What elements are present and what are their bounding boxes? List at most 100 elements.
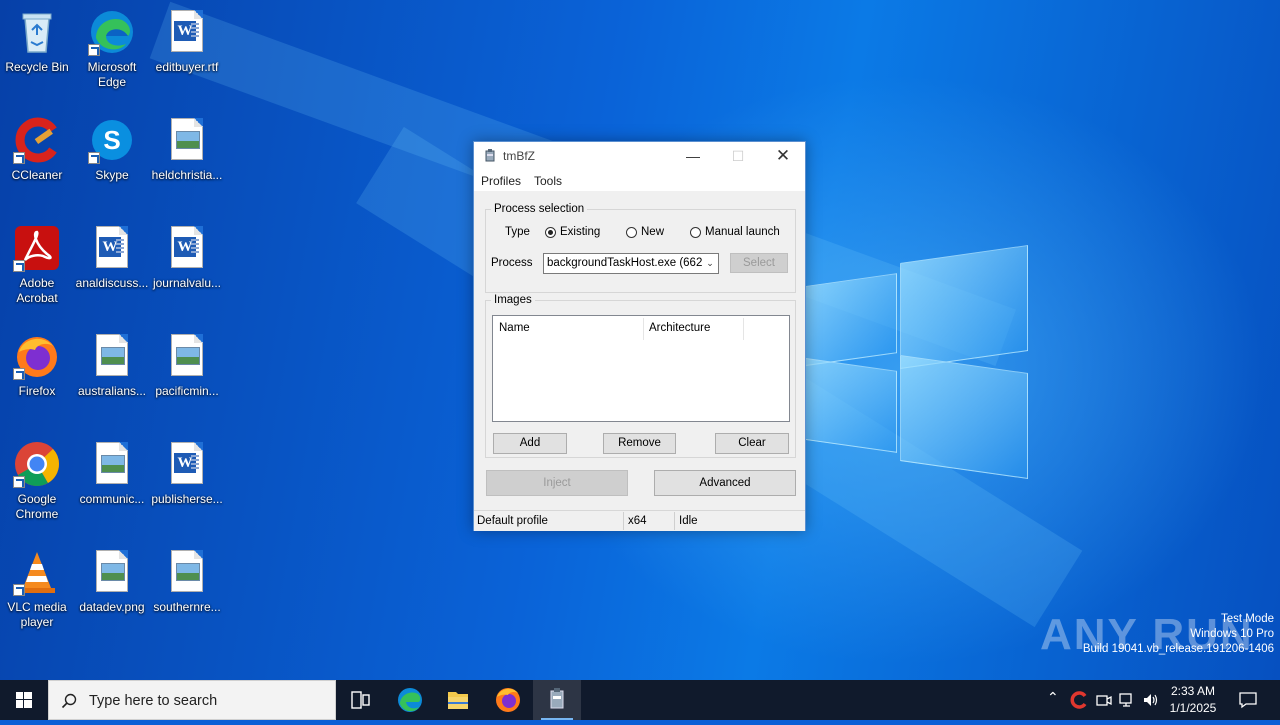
radio-label: Manual launch [705, 226, 780, 238]
word-document-icon: W [88, 224, 136, 272]
image-file-icon [88, 440, 136, 488]
ccleaner-icon [13, 116, 61, 164]
close-button[interactable]: ✕ [760, 142, 806, 170]
advanced-button[interactable]: Advanced [654, 470, 796, 496]
microsoft-edge-icon [398, 688, 422, 712]
minimize-button[interactable]: — [670, 142, 716, 170]
shortcut-arrow-icon [13, 368, 25, 380]
desktop-icon-australians[interactable]: australians... [74, 332, 150, 399]
remove-button[interactable]: Remove [603, 433, 676, 454]
taskbar-clock[interactable]: 2:33 AM 1/1/2025 [1160, 683, 1226, 717]
desktop-icon-label: Adobe Acrobat [16, 276, 58, 305]
chevron-up-icon[interactable]: ⌃ [1047, 689, 1059, 706]
select-button[interactable]: Select [730, 253, 788, 273]
chevron-down-icon: ⌄ [702, 254, 718, 273]
menu-tools[interactable]: Tools [534, 174, 562, 188]
title-bar[interactable]: tmBfZ — ☐ ✕ [474, 142, 805, 170]
meet-now-icon[interactable] [1095, 691, 1113, 712]
taskbar-injector-app[interactable] [533, 680, 581, 720]
desktop-icon-label: communic... [79, 492, 145, 506]
desktop-icon-label: heldchristia... [151, 168, 223, 182]
window-title: tmBfZ [503, 149, 535, 163]
desktop-icon-communic[interactable]: communic... [74, 440, 150, 507]
search-placeholder: Type here to search [89, 693, 218, 709]
word-document-icon: W [163, 224, 211, 272]
taskbar-file-explorer[interactable] [434, 680, 482, 720]
word-document-icon: W [163, 440, 211, 488]
search-icon [61, 693, 77, 709]
radio-indicator [626, 227, 637, 238]
radio-indicator [690, 227, 701, 238]
desktop-icon-journalvalu[interactable]: W journalvalu... [149, 224, 225, 291]
menu-profiles[interactable]: Profiles [481, 174, 521, 188]
desktop-icon-label: publisherse... [151, 492, 223, 506]
desktop-icon-recycle-bin[interactable]: Recycle Bin [0, 8, 75, 75]
desktop-icon-adobe-acrobat[interactable]: Adobe Acrobat [0, 224, 75, 306]
ccleaner-tray-icon[interactable] [1070, 691, 1088, 712]
shortcut-arrow-icon [13, 584, 25, 596]
process-selection-group: Process selection [485, 203, 796, 293]
task-view-icon [351, 691, 370, 709]
taskbar: Type here to search ⌃ 2:33 AM 1/1/2025 [0, 680, 1280, 720]
column-header-architecture[interactable]: Architecture [649, 322, 710, 334]
process-dropdown[interactable]: backgroundTaskHost.exe (6620 ⌄ [543, 253, 719, 274]
clear-button[interactable]: Clear [715, 433, 789, 454]
desktop-icon-datadev[interactable]: datadev.png [74, 548, 150, 615]
desktop-icon-firefox[interactable]: Firefox [0, 332, 75, 399]
desktop-icon-label: CCleaner [11, 168, 63, 182]
desktop-icon-publisherse[interactable]: W publisherse... [149, 440, 225, 507]
process-label: Process [491, 257, 533, 269]
task-view-button[interactable] [336, 680, 384, 720]
network-icon[interactable] [1118, 691, 1136, 712]
column-divider [743, 318, 744, 340]
menu-bar: Profiles Tools [474, 170, 805, 191]
inject-button[interactable]: Inject [486, 470, 628, 496]
watermark-line: Test Mode [1220, 613, 1274, 625]
desktop-icon-southernre[interactable]: southernre... [149, 548, 225, 615]
shortcut-arrow-icon [13, 476, 25, 488]
desktop-icon-skype[interactable]: S Skype [74, 116, 150, 183]
start-button[interactable] [0, 680, 48, 720]
maximize-button[interactable]: ☐ [715, 142, 761, 170]
image-file-icon [88, 332, 136, 380]
desktop-icon-label: VLC media player [7, 600, 67, 629]
desktop-icon-label: Firefox [18, 384, 56, 398]
status-divider [674, 512, 675, 530]
desktop-icon-microsoft-edge[interactable]: Microsoft Edge [74, 8, 150, 90]
desktop-icon-label: southernre... [153, 600, 221, 614]
image-file-icon [88, 548, 136, 596]
desktop-icon-pacificmin[interactable]: pacificmin... [149, 332, 225, 399]
injector-window: tmBfZ — ☐ ✕ Profiles Tools Process selec… [473, 141, 806, 531]
type-label: Type [505, 226, 530, 238]
shortcut-arrow-icon [13, 260, 25, 272]
status-state: Idle [679, 515, 698, 527]
test-mode-watermark: Test Mode Windows 10 Pro Build 19041.vb_… [1083, 612, 1274, 657]
taskbar-edge[interactable] [386, 680, 434, 720]
firefox-icon [13, 332, 61, 380]
column-header-name[interactable]: Name [499, 322, 530, 334]
images-list[interactable]: Name Architecture [492, 315, 790, 422]
taskbar-firefox[interactable] [484, 680, 532, 720]
watermark-line: Windows 10 Pro [1190, 628, 1274, 640]
radio-label: New [641, 226, 665, 238]
volume-icon[interactable] [1142, 691, 1160, 712]
notifications-icon[interactable] [1238, 690, 1258, 713]
desktop-icon-label: Microsoft Edge [87, 60, 137, 89]
desktop-icon-google-chrome[interactable]: Google Chrome [0, 440, 75, 522]
skype-icon: S [88, 116, 136, 164]
desktop-icon-vlc[interactable]: VLC media player [0, 548, 75, 630]
desktop-icon-label: analdiscuss... [75, 276, 149, 290]
image-file-icon [163, 332, 211, 380]
status-profile: Default profile [477, 515, 548, 527]
add-button[interactable]: Add [493, 433, 567, 454]
taskbar-search-box[interactable]: Type here to search [48, 680, 336, 720]
vlc-cone-icon [13, 548, 61, 596]
shortcut-arrow-icon [13, 152, 25, 164]
desktop-icon-analdiscuss[interactable]: W analdiscuss... [74, 224, 150, 291]
desktop-icon-ccleaner[interactable]: CCleaner [0, 116, 75, 183]
desktop-icon-label: pacificmin... [155, 384, 219, 398]
app-syringe-icon [550, 688, 564, 709]
desktop-icon-heldchristia[interactable]: heldchristia... [149, 116, 225, 183]
desktop-icon-label: journalvalu... [152, 276, 222, 290]
desktop-icon-editbuyer[interactable]: W editbuyer.rtf [149, 8, 225, 75]
